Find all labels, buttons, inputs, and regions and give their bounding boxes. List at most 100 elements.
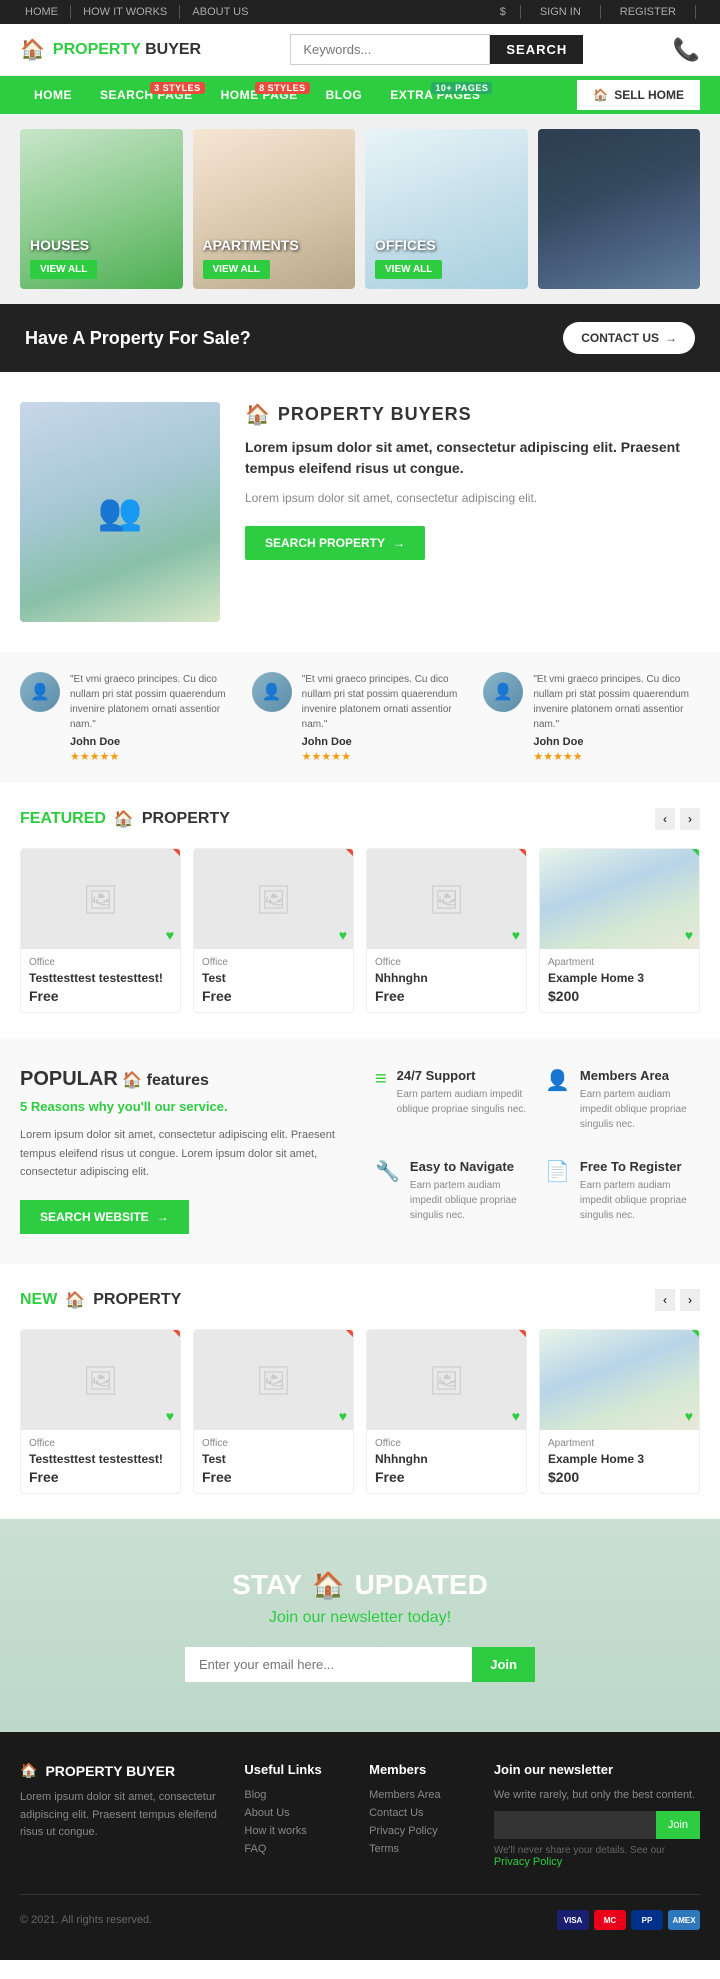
buyers-subtitle: Lorem ipsum dolor sit amet, consectetur … <box>245 437 700 479</box>
search-property-button[interactable]: SEARCH PROPERTY → <box>245 526 425 560</box>
new-price-2: Free <box>202 1469 345 1485</box>
header: 🏠 PROPERTY BUYER SEARCH 📞 <box>0 24 720 76</box>
footer-newsletter-input[interactable] <box>494 1811 656 1839</box>
register-link[interactable]: REGISTER <box>620 6 676 18</box>
sell-home-button[interactable]: 🏠 SELL HOME <box>577 80 700 110</box>
fav-icon-1[interactable]: ♥ <box>166 927 174 943</box>
avatar-2: 👤 <box>252 672 292 712</box>
footer-copyright: © 2021. All rights reserved. <box>20 1914 152 1926</box>
buyers-content: 🏠 PROPERTY BUYERS Lorem ipsum dolor sit … <box>245 402 700 560</box>
fav-icon-4[interactable]: ♥ <box>685 927 693 943</box>
top-bar: HOME HOW IT WORKS ABOUT US $ SIGN IN REG… <box>0 0 720 24</box>
featured-section: FEATURED 🏠 PROPERTY ‹ › 🖼 FEATURED ♥ Off… <box>0 783 720 1038</box>
featured-label1: FEATURED <box>20 810 106 828</box>
feature-navigate-content: Easy to Navigate Earn partem audiam impe… <box>410 1159 530 1223</box>
currency: $ <box>500 6 506 18</box>
new-card-2: 🖼 FEATURED ♥ Office Test Free <box>193 1329 354 1494</box>
feature-members-content: Members Area Earn partem audiam impedit … <box>580 1068 700 1132</box>
testimonial-2: 👤 "Et vmi graeco principes. Cu dico null… <box>252 672 469 763</box>
footer-useful-links-title: Useful Links <box>244 1762 344 1777</box>
new-fav-1[interactable]: ♥ <box>166 1408 174 1424</box>
testimonial-3-stars: ★★★★★ <box>533 750 700 763</box>
fav-icon-2[interactable]: ♥ <box>339 927 347 943</box>
contact-label: CONTACT US <box>581 331 659 345</box>
image-placeholder-icon-3: 🖼 <box>429 883 465 916</box>
footer-link-how[interactable]: How it works <box>244 1825 344 1837</box>
footer-link-faq[interactable]: FAQ <box>244 1843 344 1855</box>
footer-link-terms[interactable]: Terms <box>369 1843 469 1855</box>
hero-title-houses: HOUSES <box>30 237 173 253</box>
contact-us-button[interactable]: CONTACT US → <box>563 322 695 354</box>
feature-register-desc: Earn partem audiam impedit oblique propr… <box>580 1178 700 1223</box>
testimonials-section: 👤 "Et vmi graeco principes. Cu dico null… <box>0 652 720 783</box>
nav-blog[interactable]: BLOG <box>312 76 377 114</box>
search-website-arrow: → <box>157 1210 169 1224</box>
fav-icon-3[interactable]: ♥ <box>512 927 520 943</box>
nav-extra-pages[interactable]: EXTRA PAGES 10+ PAGES <box>376 76 494 114</box>
new-card-1: 🖼 FEATURED ♥ Office Testtesttest testest… <box>20 1329 181 1494</box>
about-toplink[interactable]: ABOUT US <box>192 6 248 18</box>
new-header: NEW 🏠 PROPERTY ‹ › <box>20 1289 700 1311</box>
feature-register-content: Free To Register Earn partem audiam impe… <box>580 1159 700 1223</box>
footer-newsletter-title: Join our newsletter <box>494 1762 700 1777</box>
footer-note-text: We'll never share your details. See our <box>494 1845 665 1856</box>
new-next-button[interactable]: › <box>680 1289 700 1311</box>
featured-img-3: 🖼 FEATURED ♥ <box>367 849 526 949</box>
new-fav-2[interactable]: ♥ <box>339 1408 347 1424</box>
nav-home-page[interactable]: HOME PAGE 8 STYLES <box>207 76 312 114</box>
buyers-house-icon: 🏠 <box>245 402 270 427</box>
testimonial-1: 👤 "Et vmi graeco principes. Cu dico null… <box>20 672 237 763</box>
new-info-1: Office Testtesttest testesttest! Free <box>21 1430 180 1493</box>
footer-privacy-link[interactable]: Privacy Policy <box>494 1856 700 1868</box>
home-badge: 8 STYLES <box>255 82 310 94</box>
feature-members: 👤 Members Area Earn partem audiam impedi… <box>545 1068 700 1144</box>
avatar-3: 👤 <box>483 672 523 712</box>
footer-link-privacy[interactable]: Privacy Policy <box>369 1825 469 1837</box>
footer-link-members-area[interactable]: Members Area <box>369 1789 469 1801</box>
footer-desc: Lorem ipsum dolor sit amet, consectetur … <box>20 1789 219 1842</box>
footer-logo-icon: 🏠 <box>20 1762 37 1779</box>
sell-home-label: SELL HOME <box>614 88 684 102</box>
featured-next-button[interactable]: › <box>680 808 700 830</box>
new-prev-button[interactable]: ‹ <box>655 1289 675 1311</box>
footer-newsletter-button[interactable]: Join <box>656 1811 700 1839</box>
new-fav-4[interactable]: ♥ <box>685 1408 693 1424</box>
featured-img-4: FEATURED ♥ <box>540 849 699 949</box>
new-placeholder-icon-2: 🖼 <box>256 1364 292 1397</box>
phone-icon[interactable]: 📞 <box>673 37 700 63</box>
footer-link-about[interactable]: About Us <box>244 1807 344 1819</box>
view-all-houses[interactable]: VIEW ALL <box>30 260 97 279</box>
newsletter-section: STAY 🏠 UPDATED Join our newsletter today… <box>0 1519 720 1732</box>
search-button[interactable]: SEARCH <box>490 35 583 64</box>
home-toplink[interactable]: HOME <box>25 6 58 18</box>
new-arrows: ‹ › <box>655 1289 700 1311</box>
footer-link-contact[interactable]: Contact Us <box>369 1807 469 1819</box>
search-property-label: SEARCH PROPERTY <box>265 536 385 550</box>
view-all-offices[interactable]: VIEW ALL <box>375 260 442 279</box>
new-fav-3[interactable]: ♥ <box>512 1408 520 1424</box>
hero-card-apartments: APARTMENTS VIEW ALL <box>193 129 356 289</box>
featured-price-4: $200 <box>548 988 691 1004</box>
how-it-works-toplink[interactable]: HOW IT WORKS <box>83 6 167 18</box>
search-input[interactable] <box>290 34 490 65</box>
popular-green-text: 5 Reasons why you'll our service. <box>20 1099 345 1114</box>
new-label2: PROPERTY <box>93 1291 181 1309</box>
featured-prev-button[interactable]: ‹ <box>655 808 675 830</box>
nav-search-page[interactable]: SEARCH PAGE 3 STYLES <box>86 76 207 114</box>
new-img-3: 🖼 FEATURED ♥ <box>367 1330 526 1430</box>
paypal-icon: PP <box>631 1910 663 1930</box>
hero-section: HOUSES VIEW ALL APARTMENTS VIEW ALL OFFI… <box>0 114 720 304</box>
testimonial-3-text: "Et vmi graeco principes. Cu dico nullam… <box>533 672 700 732</box>
logo: 🏠 PROPERTY BUYER <box>20 37 201 62</box>
popular-house-icon: 🏠 <box>122 1072 146 1089</box>
featured-name-4: Example Home 3 <box>548 971 691 985</box>
view-all-apartments[interactable]: VIEW ALL <box>203 260 270 279</box>
newsletter-submit-button[interactable]: Join <box>472 1647 535 1682</box>
nav-home[interactable]: HOME <box>20 76 86 114</box>
sign-in-link[interactable]: SIGN IN <box>540 6 581 18</box>
footer-link-blog[interactable]: Blog <box>244 1789 344 1801</box>
featured-price-3: Free <box>375 988 518 1004</box>
search-website-button[interactable]: SEARCH WEBSITE → <box>20 1200 189 1234</box>
feature-members-desc: Earn partem audiam impedit oblique propr… <box>580 1087 700 1132</box>
newsletter-email-input[interactable] <box>185 1647 472 1682</box>
